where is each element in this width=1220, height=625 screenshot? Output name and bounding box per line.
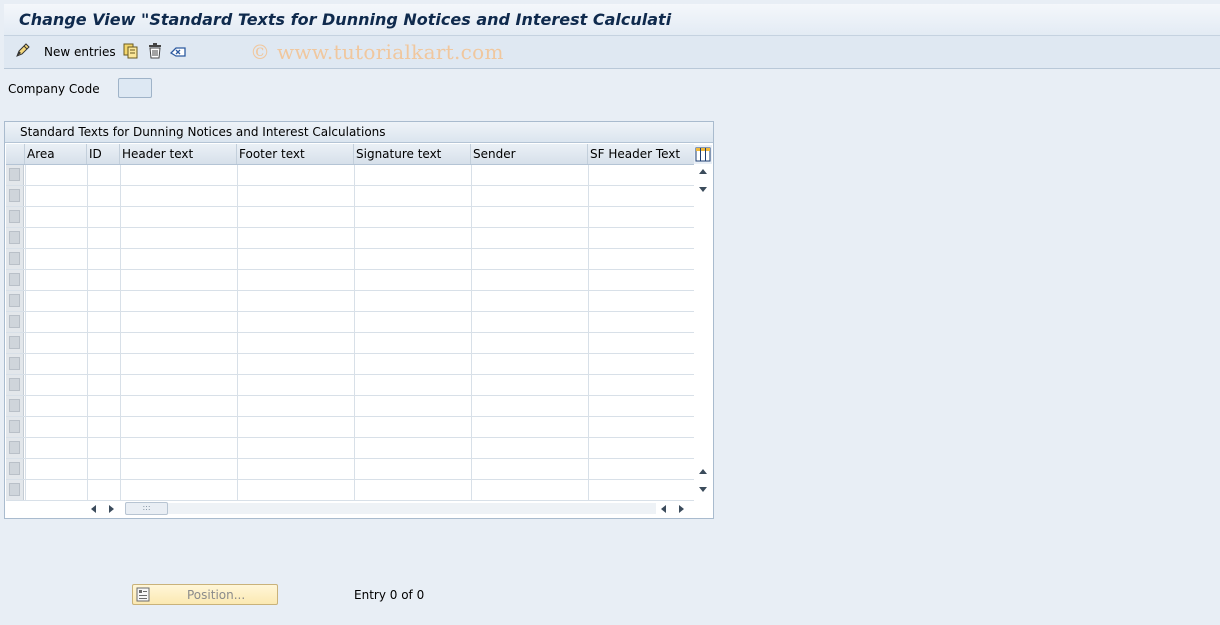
table-row[interactable] xyxy=(6,333,694,354)
row-selector[interactable] xyxy=(6,228,24,248)
column-header-area[interactable]: Area xyxy=(25,144,87,164)
company-code-input[interactable] xyxy=(118,78,152,98)
application-toolbar: New entries © www.tutorialkart.com xyxy=(4,36,1220,69)
table-body xyxy=(6,165,694,501)
company-code-label: Company Code xyxy=(8,82,100,96)
table-row[interactable] xyxy=(6,417,694,438)
table-row[interactable] xyxy=(6,207,694,228)
column-header-sender[interactable]: Sender xyxy=(471,144,588,164)
row-selector[interactable] xyxy=(6,375,24,395)
scroll-far-left-icon[interactable] xyxy=(661,505,666,513)
title-bar: Change View "Standard Texts for Dunning … xyxy=(4,4,1220,36)
table-row[interactable] xyxy=(6,186,694,207)
new-entries-button[interactable]: New entries xyxy=(44,45,116,59)
table-header: Area ID Header text Footer text Signatur… xyxy=(6,144,694,165)
row-selector[interactable] xyxy=(6,459,24,479)
row-selector[interactable] xyxy=(6,333,24,353)
scroll-up-icon[interactable] xyxy=(699,169,707,174)
row-selector[interactable] xyxy=(6,354,24,374)
position-button-label: Position... xyxy=(187,588,246,602)
position-button[interactable]: Position... xyxy=(132,584,278,605)
watermark: © www.tutorialkart.com xyxy=(250,40,504,64)
table-row[interactable] xyxy=(6,438,694,459)
table-row[interactable] xyxy=(6,375,694,396)
table-row[interactable] xyxy=(6,165,694,186)
table-row[interactable] xyxy=(6,312,694,333)
column-header-header-text[interactable]: Header text xyxy=(120,144,237,164)
table-control: Standard Texts for Dunning Notices and I… xyxy=(4,121,714,519)
row-selector[interactable] xyxy=(6,312,24,332)
copy-icon[interactable] xyxy=(123,43,139,59)
select-all-header[interactable] xyxy=(6,144,25,164)
table-title: Standard Texts for Dunning Notices and I… xyxy=(20,125,386,139)
scroll-far-right-icon[interactable] xyxy=(679,505,684,513)
table-row[interactable] xyxy=(6,459,694,480)
row-selector[interactable] xyxy=(6,417,24,437)
vertical-scrollbar[interactable] xyxy=(695,165,712,499)
column-header-id[interactable]: ID xyxy=(87,144,120,164)
table-settings-icon[interactable] xyxy=(694,145,712,164)
table-row[interactable] xyxy=(6,291,694,312)
row-selector[interactable] xyxy=(6,165,24,185)
row-selector[interactable] xyxy=(6,186,24,206)
entry-counter: Entry 0 of 0 xyxy=(354,588,425,602)
table-row[interactable] xyxy=(6,228,694,249)
row-selector[interactable] xyxy=(6,291,24,311)
scroll-down-icon[interactable] xyxy=(699,187,707,192)
undo-icon[interactable] xyxy=(170,43,186,59)
row-selector[interactable] xyxy=(6,480,24,500)
delete-icon[interactable] xyxy=(147,43,163,59)
column-header-sf-header-text[interactable]: SF Header Text xyxy=(588,144,694,164)
display-change-icon[interactable] xyxy=(15,43,31,59)
table-row[interactable] xyxy=(6,270,694,291)
scroll-page-down-icon[interactable] xyxy=(699,487,707,492)
table-row[interactable] xyxy=(6,396,694,417)
row-selector[interactable] xyxy=(6,396,24,416)
row-selector[interactable] xyxy=(6,438,24,458)
position-icon xyxy=(136,587,150,602)
horizontal-scrollbar[interactable]: ::: xyxy=(85,501,693,517)
row-selector[interactable] xyxy=(6,270,24,290)
column-header-signature-text[interactable]: Signature text xyxy=(354,144,471,164)
column-header-footer-text[interactable]: Footer text xyxy=(237,144,354,164)
page-title: Change View "Standard Texts for Dunning … xyxy=(19,10,672,29)
table-row[interactable] xyxy=(6,249,694,270)
scroll-page-up-icon[interactable] xyxy=(699,469,707,474)
table-title-bar: Standard Texts for Dunning Notices and I… xyxy=(5,122,713,143)
row-selector[interactable] xyxy=(6,207,24,227)
table-row[interactable] xyxy=(6,354,694,375)
horizontal-scroll-thumb[interactable]: ::: xyxy=(125,502,168,515)
scroll-left-icon[interactable] xyxy=(91,505,96,513)
table-row[interactable] xyxy=(6,480,694,501)
row-selector[interactable] xyxy=(6,249,24,269)
scroll-right-icon[interactable] xyxy=(109,505,114,513)
